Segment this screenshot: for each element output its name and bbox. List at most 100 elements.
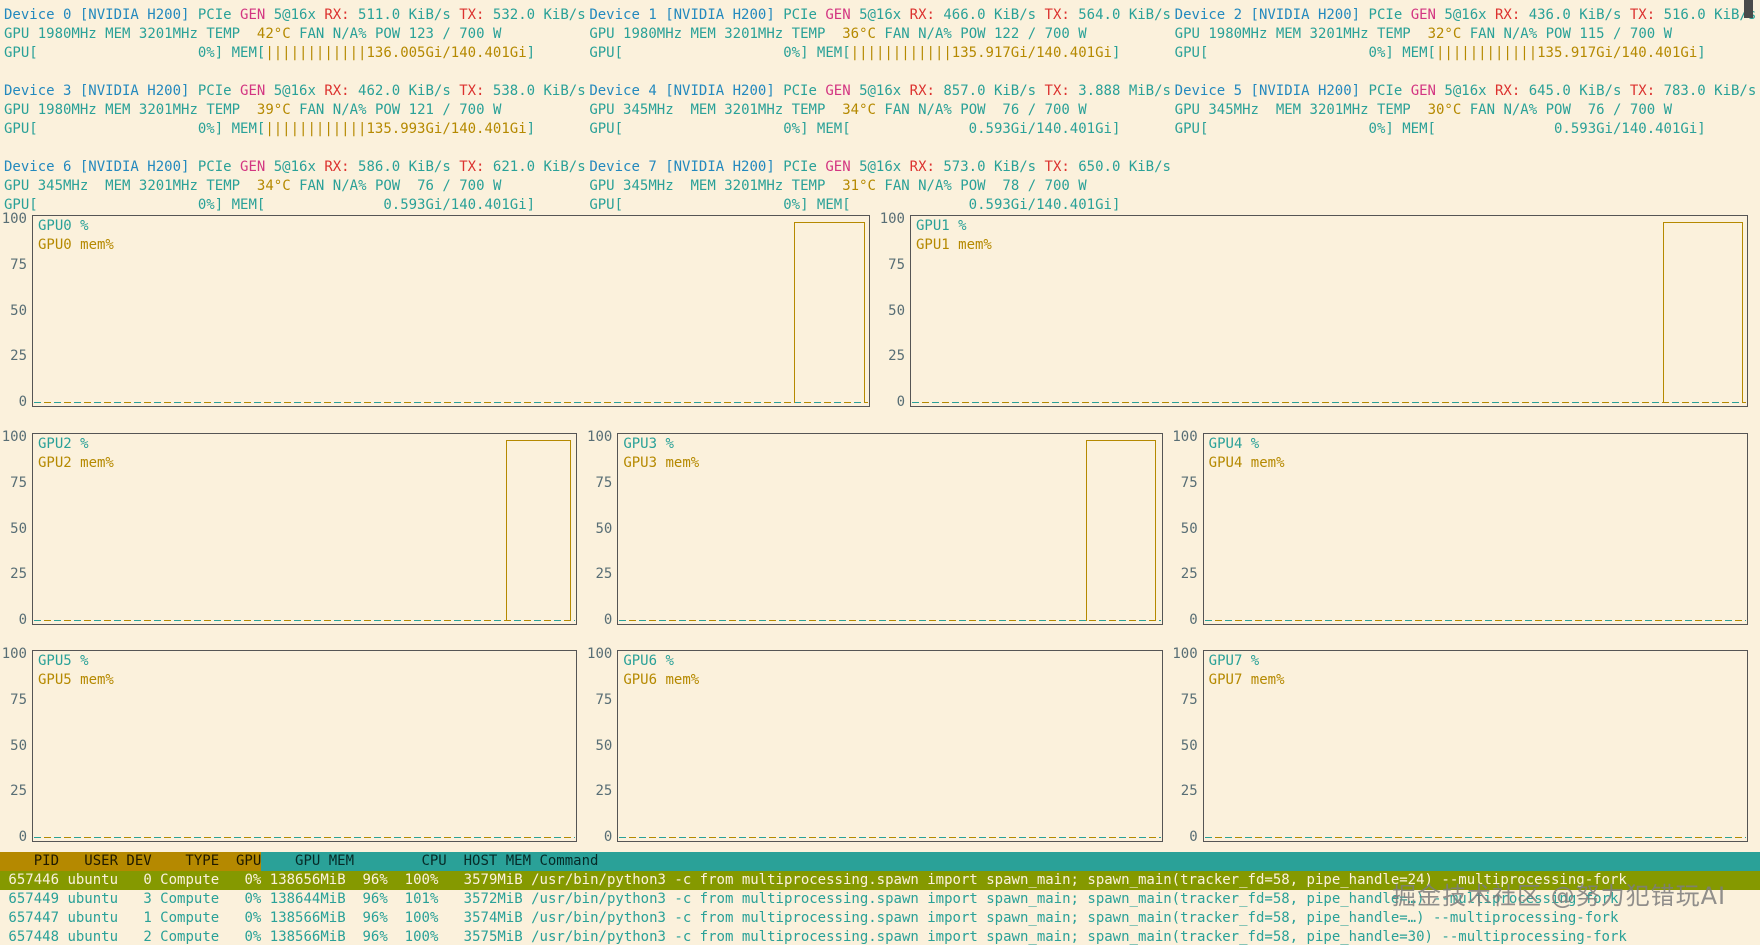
y-tick: 75 xyxy=(1181,476,1198,490)
chart-legend: GPU1 % GPU1 mem% xyxy=(916,217,992,255)
gpu-gauge-close: ] xyxy=(800,121,808,137)
gpu-chart: 100 75 50 25 0 GPU2 % GPU2 mem% xyxy=(2,433,577,625)
mem-gauge-close: ] xyxy=(1697,121,1705,137)
device-name: Device 3 xyxy=(4,83,80,99)
tx-value: 516.0 KiB/s xyxy=(1664,7,1757,23)
gpu-clock-label: GPU xyxy=(589,26,623,42)
power-value: 76 / 700 W xyxy=(1579,102,1672,118)
y-tick: 25 xyxy=(888,349,905,363)
util-legend-label: GPU5 % xyxy=(38,652,114,671)
mem-legend-label: GPU3 mem% xyxy=(623,454,699,473)
pcie-gen-value: 5@16x xyxy=(1444,7,1495,23)
chart-legend: GPU0 % GPU0 mem% xyxy=(38,217,114,255)
util-legend-label: GPU2 % xyxy=(38,435,114,454)
mem-legend-label: GPU7 mem% xyxy=(1209,671,1285,690)
mem-gauge-open: MEM[ xyxy=(223,197,265,213)
cpu-cell: 101% xyxy=(388,890,439,909)
device-info-line: Device 2 [NVIDIA H200] PCIe GEN 5@16x RX… xyxy=(1175,6,1760,25)
host-mem-cell: 3574MiB xyxy=(438,909,522,928)
gpu-gauge-open: GPU[ xyxy=(4,121,38,137)
process-row[interactable]: 657448 ubuntu 2 Compute 0% 138566MiB 96%… xyxy=(0,928,1760,945)
pcie-gen-label: GEN xyxy=(825,159,859,175)
mem-clock-value: 3201MHz xyxy=(1310,102,1369,118)
host-mem-cell: 3579MiB xyxy=(438,871,522,890)
process-row[interactable]: 657447 ubuntu 1 Compute 0% 138566MiB 96%… xyxy=(0,909,1760,928)
pcie-label: PCIe xyxy=(198,83,240,99)
gpu-clock-value: 345MHz xyxy=(623,178,682,194)
mem-gauge-close: ] xyxy=(1697,45,1705,61)
fan-value: N/A% xyxy=(333,178,367,194)
device-clock-line: GPU 1980MHz MEM 3201MHz TEMP 39°C FAN N/… xyxy=(4,101,589,120)
device-block: Device 0 [NVIDIA H200] PCIe GEN 5@16x RX… xyxy=(4,6,589,63)
gpu-util-cell: 0% xyxy=(219,928,261,945)
user-cell: ubuntu xyxy=(59,928,118,945)
device-info-line: Device 5 [NVIDIA H200] PCIe GEN 5@16x RX… xyxy=(1175,82,1760,101)
rx-label: RX: xyxy=(910,159,944,175)
gpu-util-value: 0% xyxy=(1208,121,1385,137)
gpu-gauge-close: ] xyxy=(1385,121,1393,137)
pid-cell: 657446 xyxy=(0,871,59,890)
rx-label: RX: xyxy=(1495,7,1529,23)
mem-clock-value: 3201MHz xyxy=(724,102,783,118)
y-tick: 50 xyxy=(595,522,612,536)
fan-label: FAN xyxy=(1461,26,1503,42)
host-mem-cell: 3572MiB xyxy=(438,890,522,909)
pcie-gen-value: 5@16x xyxy=(859,83,910,99)
rx-label: RX: xyxy=(324,7,358,23)
gpu-gauge-open: GPU[ xyxy=(589,121,623,137)
power-value: 76 / 700 W xyxy=(409,178,502,194)
device-name: Device 2 xyxy=(1175,7,1251,23)
mem-gauge-fill: ||||||||||||135.993Gi/140.401Gi xyxy=(265,121,526,137)
gpu-mem-line xyxy=(1663,222,1742,403)
temp-value: 42°C xyxy=(248,26,290,42)
tx-label: TX: xyxy=(1045,159,1079,175)
y-tick: 25 xyxy=(1181,567,1198,581)
gpu-mem-cell: 138566MiB xyxy=(261,909,345,928)
rx-label: RX: xyxy=(324,83,358,99)
gpu-mem-pct-cell: 96% xyxy=(346,890,388,909)
gpu-mem-line xyxy=(1086,440,1157,621)
rx-label: RX: xyxy=(1495,83,1529,99)
device-block: Device 3 [NVIDIA H200] PCIe GEN 5@16x RX… xyxy=(4,82,589,139)
device-clock-line: GPU 345MHz MEM 3201MHz TEMP 31°C FAN N/A… xyxy=(589,177,1174,196)
power-value: 123 / 700 W xyxy=(409,26,502,42)
rx-label: RX: xyxy=(910,7,944,23)
power-value: 121 / 700 W xyxy=(409,102,502,118)
device-clock-line: GPU 1980MHz MEM 3201MHz TEMP 36°C FAN N/… xyxy=(589,25,1174,44)
host-mem-cell: 3575MiB xyxy=(438,928,522,945)
gpu-chart: 100 75 50 25 0 GPU4 % GPU4 mem% xyxy=(1173,433,1748,625)
y-axis: 100 75 50 25 0 xyxy=(587,433,617,625)
rx-value: 857.0 KiB/s xyxy=(943,83,1044,99)
pcie-gen-value: 5@16x xyxy=(1444,83,1495,99)
y-tick: 75 xyxy=(595,693,612,707)
tx-label: TX: xyxy=(1630,83,1664,99)
pcie-label: PCIe xyxy=(783,159,825,175)
device-model: [NVIDIA H200] xyxy=(665,7,783,23)
header-left-segment: PID USER DEV TYPE GPU xyxy=(0,852,261,871)
pcie-label: PCIe xyxy=(783,7,825,23)
y-tick: 50 xyxy=(888,304,905,318)
chart-plot-area: GPU4 % GPU4 mem% xyxy=(1203,433,1748,625)
gpu-gauge-close: ] xyxy=(800,197,808,213)
gpu-mem-cell: 138656MiB xyxy=(261,871,345,890)
gpu-gauge-open: GPU[ xyxy=(1175,45,1209,61)
y-tick: 25 xyxy=(595,784,612,798)
mem-gauge-fill: 0.593Gi/140.401Gi xyxy=(851,121,1112,137)
device-name: Device 0 xyxy=(4,7,80,23)
util-legend-label: GPU4 % xyxy=(1209,435,1285,454)
mem-gauge-close: ] xyxy=(1112,45,1120,61)
mem-gauge-fill: 0.593Gi/140.401Gi xyxy=(1436,121,1697,137)
chart-legend: GPU2 % GPU2 mem% xyxy=(38,435,114,473)
mem-gauge-fill: ||||||||||||135.917Gi/140.401Gi xyxy=(851,45,1112,61)
device-block: Device 1 [NVIDIA H200] PCIe GEN 5@16x RX… xyxy=(589,6,1174,63)
y-tick: 100 xyxy=(587,430,612,444)
gpu-util-value: 0% xyxy=(623,45,800,61)
scrollbar-thumb[interactable] xyxy=(1744,0,1753,18)
chart-plot-area: GPU3 % GPU3 mem% xyxy=(617,433,1162,625)
device-info-line: Device 3 [NVIDIA H200] PCIe GEN 5@16x RX… xyxy=(4,82,589,101)
gpu-chart: 100 75 50 25 0 GPU7 % GPU7 mem% xyxy=(1173,650,1748,842)
fan-label: FAN xyxy=(291,178,333,194)
gpu-util-cell: 0% xyxy=(219,890,261,909)
mem-clock-value: 3201MHz xyxy=(724,26,783,42)
y-tick: 75 xyxy=(595,476,612,490)
